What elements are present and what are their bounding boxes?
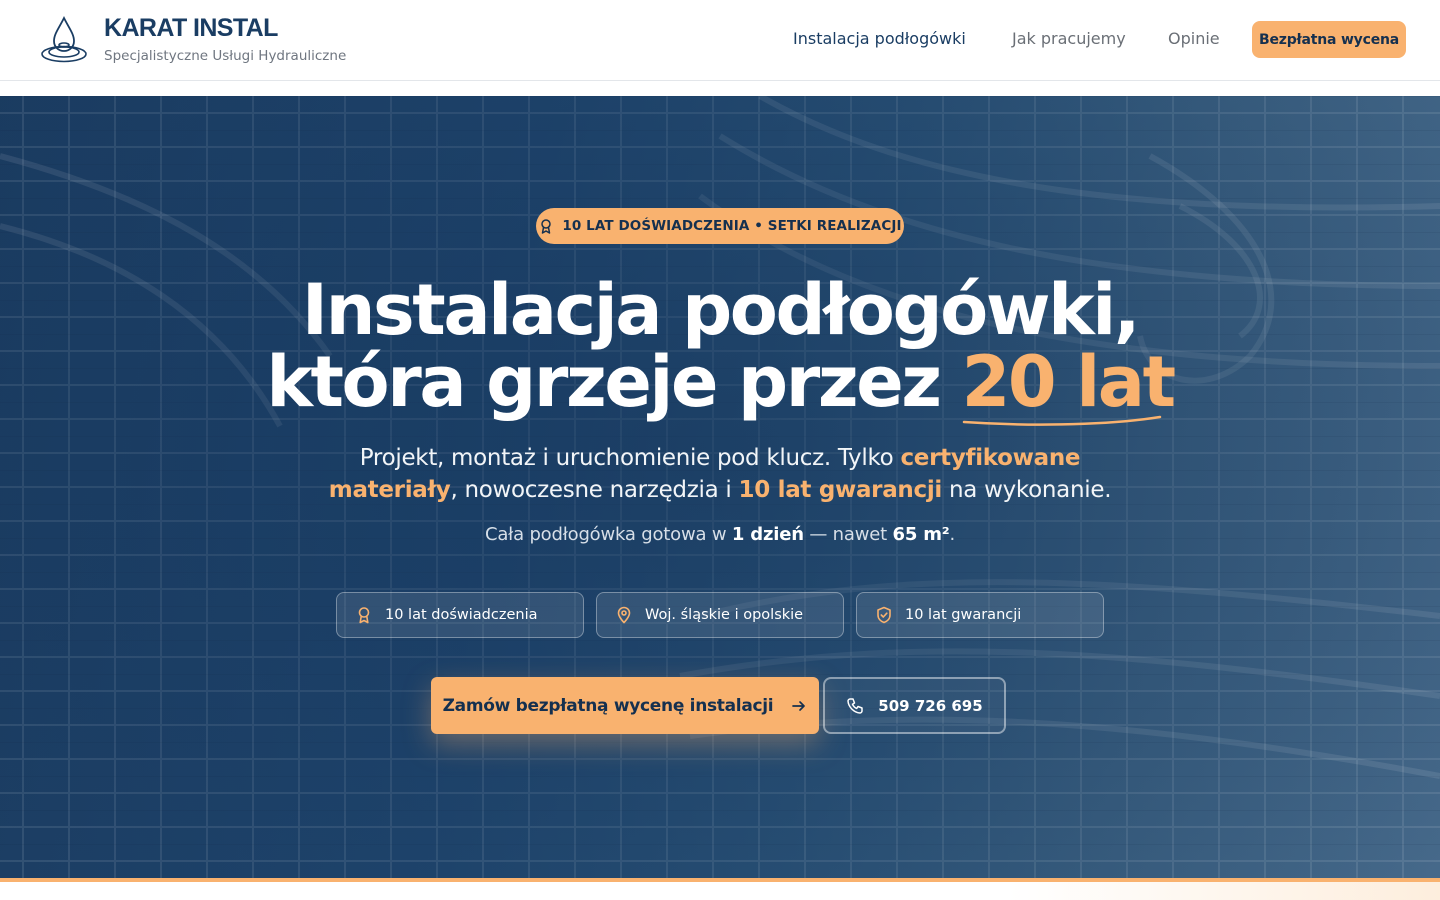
highlight-warranty: 10 lat gwarancji: [738, 477, 943, 503]
order-quote-button[interactable]: Zamów bezpłatną wycenę instalacji: [431, 677, 819, 734]
arrow-right-icon: [792, 700, 806, 711]
headline-line-1: Instalacja podłogówki,: [301, 269, 1141, 351]
order-quote-label: Zamów bezpłatną wycenę instalacji: [442, 695, 774, 716]
hero-section: 10 LAT DOŚWIADCZENIA • SETKI REALIZACJI …: [0, 96, 1440, 878]
water-drop-icon[interactable]: [38, 14, 90, 64]
headline-line-2: która grzeje przez: [266, 341, 942, 423]
brand-name[interactable]: KARAT INSTAL: [104, 14, 278, 43]
award-icon: [358, 607, 370, 624]
headline-accent: 20 lat: [962, 346, 1176, 426]
brand-tagline: Specjalistyczne Usługi Hydrauliczne: [104, 48, 347, 64]
hero-headline: Instalacja podłogówki, która grzeje prze…: [0, 274, 1440, 426]
chip-label: Woj. śląskie i opolskie: [645, 607, 804, 623]
hero-lead: Projekt, montaż i uruchomienie pod klucz…: [328, 445, 1112, 503]
phone-icon: [847, 697, 864, 714]
nav-link-jak-pracujemy[interactable]: Jak pracujemy: [1012, 29, 1126, 48]
free-quote-button[interactable]: Bezpłatna wycena: [1252, 21, 1406, 58]
hero-subtext: Cała podłogówka gotowa w 1 dzień — nawet…: [484, 524, 956, 545]
map-pin-icon: [617, 606, 631, 624]
chip-label: 10 lat doświadczenia: [385, 607, 538, 623]
nav-link-instalacja[interactable]: Instalacja podłogówki: [793, 29, 966, 48]
phone-number: 509 726 695: [878, 696, 983, 715]
next-section-top: [0, 882, 1440, 900]
award-icon: [541, 219, 552, 234]
chip-label: 10 lat gwarancji: [905, 607, 1022, 623]
experience-badge: 10 LAT DOŚWIADCZENIA • SETKI REALIZACJI: [536, 208, 904, 244]
phone-call-button[interactable]: 509 726 695: [823, 677, 1006, 734]
feature-chip-experience: 10 lat doświadczenia: [336, 592, 584, 638]
underline-decoration: [962, 415, 1161, 426]
feature-chip-region: Woj. śląskie i opolskie: [596, 592, 844, 638]
shield-check-icon: [877, 606, 891, 624]
nav-link-opinie[interactable]: Opinie: [1168, 29, 1220, 48]
site-header: KARAT INSTAL Specjalistyczne Usługi Hydr…: [0, 0, 1440, 81]
feature-chip-warranty: 10 lat gwarancji: [856, 592, 1104, 638]
badge-text: 10 LAT DOŚWIADCZENIA • SETKI REALIZACJI: [562, 218, 902, 234]
